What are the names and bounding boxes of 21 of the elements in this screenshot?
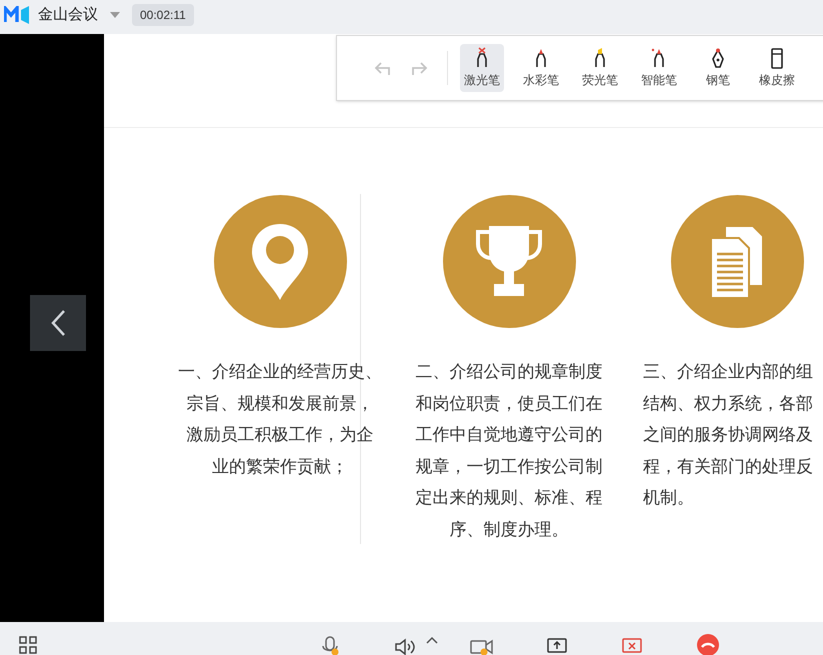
grid-icon[interactable]	[19, 636, 37, 654]
pen-tool-button[interactable]: 水彩笔	[519, 44, 563, 92]
pen-tool-button[interactable]: 钢笔	[696, 44, 740, 92]
pen-tool-button[interactable]: 激光笔	[460, 44, 504, 92]
app-title: 金山会议	[38, 4, 98, 25]
location-pin-icon	[250, 222, 310, 302]
column-paragraph: 二、介绍公司的规章制度 和岗位职责，使员工们在 工作中自觉地遵守公司的 规章，一切工作按公司制 定出来的规则、标准、程 序、制度办理。	[416, 361, 602, 540]
pen-tool-button[interactable]: 智能笔	[637, 44, 681, 92]
column-paragraph: 一、介绍企业的经营历史、 宗旨、规模和发展前景， 激励员工积极工作，为企 业的繁荣作贡献；	[178, 361, 382, 478]
caret-up-icon[interactable]	[426, 636, 438, 644]
pen-tool-button[interactable]: 橡皮擦	[755, 44, 799, 92]
pen-tool-button[interactable]: 荧光笔	[578, 44, 622, 92]
previous-slide-button[interactable]	[30, 295, 86, 351]
hang-up-icon[interactable]	[697, 634, 719, 655]
column-paragraph: 三、介绍企业内部的组 结构、权力系统，各部 之间的服务协调网络及 程，有关部门的处理反 机制。	[643, 361, 813, 509]
meeting-timer: 00:02:11	[132, 4, 194, 26]
logo-icon	[4, 6, 30, 24]
share-screen-icon[interactable]	[547, 638, 567, 654]
microphone-icon[interactable]	[320, 636, 340, 655]
chevron-left-icon	[50, 309, 66, 337]
stop-share-icon[interactable]	[622, 638, 642, 654]
